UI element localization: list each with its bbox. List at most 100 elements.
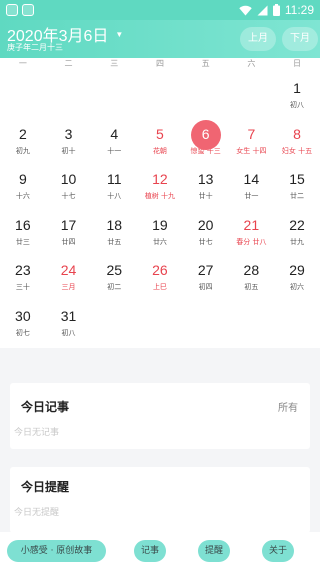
day-number: 26 [152, 262, 168, 278]
day-number: 6 [201, 125, 210, 142]
day-cell[interactable]: 19 廿六 [137, 209, 183, 253]
status-bar: 11:29 [0, 0, 320, 20]
notification-icons [6, 4, 34, 16]
day-cell[interactable]: 8 妇女 十五 [274, 118, 320, 162]
weekday-label: 一 [18, 59, 27, 68]
lunar-day-label: 廿四 [61, 237, 76, 246]
day-cell[interactable]: 4 十一 [91, 118, 137, 162]
day-number: 28 [243, 262, 260, 278]
day-cell[interactable]: 14 廿一 [229, 163, 275, 207]
lunar-date-subtitle: 庚子年二月十三 [7, 43, 63, 52]
day-cell[interactable]: 16 廿三 [0, 209, 46, 253]
day-cell[interactable]: 24 三月 [46, 254, 92, 298]
day-number: 15 [289, 171, 305, 187]
day-cell[interactable]: 9 十六 [0, 163, 46, 207]
lunar-day-label: 初十 [61, 146, 76, 155]
lunar-day-label: 初六 [290, 283, 305, 291]
notes-card: 今日记事 所有 今日无记事 [10, 383, 310, 449]
lunar-day-label: 三月 [61, 283, 76, 291]
day-cell[interactable]: 7 女生 十四 [229, 118, 275, 162]
lunar-day-label: 廿三 [15, 237, 30, 246]
lunar-day-label: 廿六 [152, 237, 167, 246]
day-number: 24 [60, 262, 77, 278]
lunar-day-label: 初八 [290, 101, 305, 109]
day-number: 21 [243, 216, 260, 233]
lunar-day-label: 初二 [107, 283, 122, 291]
lunar-day-label: 廿十 [198, 192, 213, 200]
lunar-day-label: 十六 [15, 192, 30, 200]
reminder-card: 今日提醒 今日无提醒 [10, 467, 310, 533]
weekday-label: 二 [64, 59, 73, 68]
weekday-label: 六 [247, 59, 256, 68]
lunar-day-label: 廿九 [290, 237, 305, 246]
weekday-label: 三 [110, 59, 119, 68]
day-number: 1 [293, 80, 301, 96]
weekday-label: 五 [201, 59, 210, 68]
day-cell[interactable]: 18 廿五 [91, 209, 137, 253]
day-cell[interactable]: 15 廿二 [274, 163, 320, 207]
reminder-button[interactable]: 提醒 [198, 540, 230, 562]
prev-month-button[interactable]: 上月 [240, 27, 276, 51]
day-number: 7 [247, 125, 256, 142]
day-number: 11 [106, 171, 122, 187]
day-cell[interactable]: 23 三十 [0, 254, 46, 298]
lunar-day-label: 十七 [61, 192, 76, 200]
day-number: 4 [110, 125, 119, 142]
day-cell[interactable]: 3 初十 [46, 118, 92, 162]
day-cell[interactable]: 31 初八 [46, 300, 92, 344]
day-cell[interactable]: 26 上巳 [137, 254, 183, 298]
battery-icon [272, 4, 280, 16]
day-number: 20 [197, 216, 214, 233]
wifi-icon [239, 5, 252, 15]
day-cell[interactable]: 27 初四 [183, 254, 229, 298]
lunar-day-label: 十八 [107, 192, 122, 200]
lunar-day-label: 上巳 [152, 283, 167, 291]
day-cell[interactable]: 10 十七 [46, 163, 92, 207]
day-cell[interactable]: 28 初五 [229, 254, 275, 298]
day-cell[interactable]: 2 初九 [0, 118, 46, 162]
notes-empty-text: 今日无记事 [14, 428, 60, 438]
reminder-card-title: 今日提醒 [21, 480, 70, 494]
lunar-day-label: 花朝 [152, 146, 167, 155]
about-button[interactable]: 关于 [262, 540, 294, 562]
day-number: 3 [64, 125, 73, 142]
day-number: 18 [106, 216, 123, 233]
lunar-day-label: 廿七 [198, 237, 213, 246]
notes-button[interactable]: 记事 [134, 540, 166, 562]
day-number: 12 [152, 171, 168, 187]
notes-card-title: 今日记事 [21, 400, 70, 414]
lunar-day-label: 廿二 [290, 192, 305, 200]
lunar-day-label: 廿一 [244, 192, 259, 200]
day-cell[interactable]: 13 廿十 [183, 163, 229, 207]
day-number: 13 [197, 171, 214, 187]
lunar-day-label: 初九 [15, 146, 30, 155]
day-cell-today[interactable]: 6 惊蛰 十三 [183, 118, 229, 162]
weekday-label: 四 [155, 59, 164, 68]
lunar-day-label: 初八 [61, 328, 76, 337]
lunar-day-label: 妇女 十五 [281, 146, 313, 155]
day-number: 14 [243, 171, 260, 187]
signal-icon [257, 5, 268, 15]
day-number: 19 [152, 216, 168, 233]
weekday-header: 一二三四五六日 [0, 58, 320, 72]
lunar-day-label: 初五 [244, 283, 259, 291]
day-cell[interactable]: 30 初七 [0, 300, 46, 344]
day-cell[interactable]: 25 初二 [91, 254, 137, 298]
dropdown-caret-icon[interactable]: ▼ [115, 30, 123, 39]
day-number: 10 [60, 171, 77, 187]
day-number: 22 [289, 216, 305, 233]
original-story-button[interactable]: 小感受 · 原创故事 [7, 540, 106, 562]
day-cell[interactable]: 11 十八 [91, 163, 137, 207]
day-cell[interactable]: 21 春分 廿八 [229, 209, 275, 253]
day-number: 8 [293, 125, 301, 142]
all-notes-link[interactable]: 所有 [278, 399, 298, 414]
day-cell[interactable]: 22 廿九 [274, 209, 320, 253]
day-cell[interactable]: 5 花朝 [137, 118, 183, 162]
day-cell[interactable]: 1 初八 [274, 72, 320, 116]
day-cell[interactable]: 17 廿四 [46, 209, 92, 253]
day-cell[interactable]: 29 初六 [274, 254, 320, 298]
day-cell[interactable]: 12 植树 十九 [137, 163, 183, 207]
next-month-button[interactable]: 下月 [282, 27, 318, 51]
day-cell[interactable]: 20 廿七 [183, 209, 229, 253]
lunar-day-label: 初七 [15, 328, 30, 337]
